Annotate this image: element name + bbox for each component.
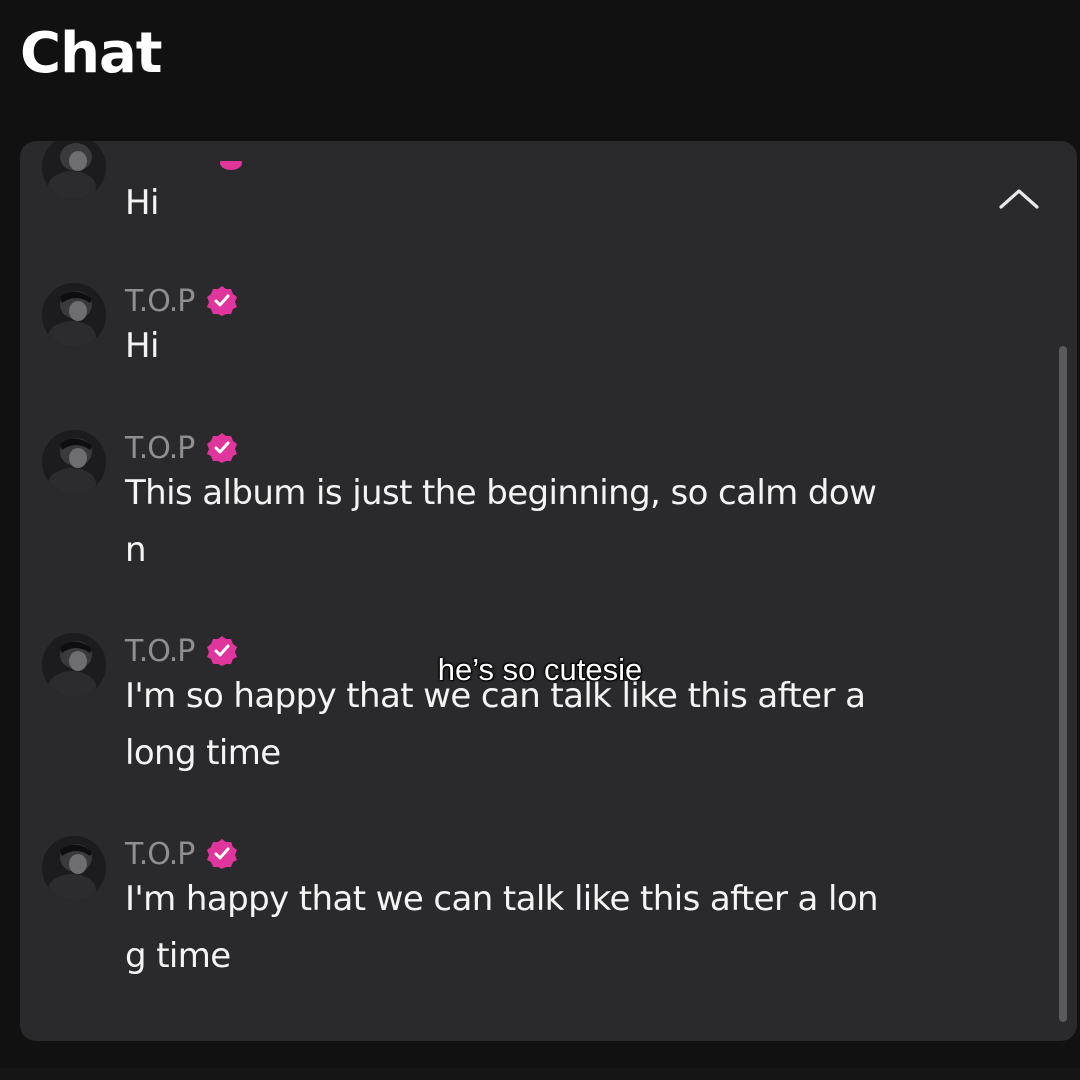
bottom-divider [0, 1068, 1080, 1080]
message-line: n [125, 530, 147, 570]
message-line: I'm so happy that we can talk like this … [125, 676, 866, 716]
message-line: g time [125, 936, 231, 976]
avatar[interactable] [42, 836, 106, 900]
message-line: I'm happy that we can talk like this aft… [125, 879, 879, 919]
chevron-up-icon [999, 189, 1039, 209]
sender-row: T.O.P [125, 283, 238, 319]
sender-name[interactable]: T.O.P [125, 431, 195, 466]
collapse-button[interactable] [995, 179, 1043, 219]
avatar[interactable] [42, 430, 106, 494]
avatar[interactable] [42, 141, 106, 199]
message-line: This album is just the beginning, so cal… [125, 473, 877, 513]
verified-badge-icon [207, 286, 238, 316]
sender-row: T.O.P [125, 836, 238, 872]
message-line: long time [125, 733, 281, 773]
sender-name[interactable]: T.O.P [125, 634, 195, 669]
sender-name[interactable]: T.O.P [125, 837, 195, 872]
sender-row: T.O.P [125, 430, 238, 466]
page-title: Chat [20, 21, 163, 86]
avatar[interactable] [42, 283, 106, 347]
verified-badge-icon [207, 636, 238, 666]
message-text: I'm happy that we can talk like this aft… [125, 871, 925, 985]
chat-panel: Hi T.O.P Hi T.O.P This album is just the… [20, 141, 1077, 1041]
avatar-photo-icon [42, 283, 106, 347]
verified-badge-icon [220, 161, 242, 170]
sender-row: T.O.P [125, 633, 238, 669]
avatar-photo-icon [42, 836, 106, 900]
avatar-photo-icon [42, 430, 106, 494]
scrollbar[interactable] [1059, 346, 1067, 1022]
avatar-photo-icon [42, 141, 106, 199]
avatar-photo-icon [42, 633, 106, 697]
message-text: This album is just the beginning, so cal… [125, 465, 925, 579]
sender-name[interactable]: T.O.P [125, 284, 195, 319]
message-text: Hi [125, 183, 159, 223]
avatar[interactable] [42, 633, 106, 697]
verified-badge-icon [207, 839, 238, 869]
message-text: I'm so happy that we can talk like this … [125, 668, 925, 782]
message-text: Hi [125, 326, 159, 366]
verified-badge-icon [207, 433, 238, 463]
